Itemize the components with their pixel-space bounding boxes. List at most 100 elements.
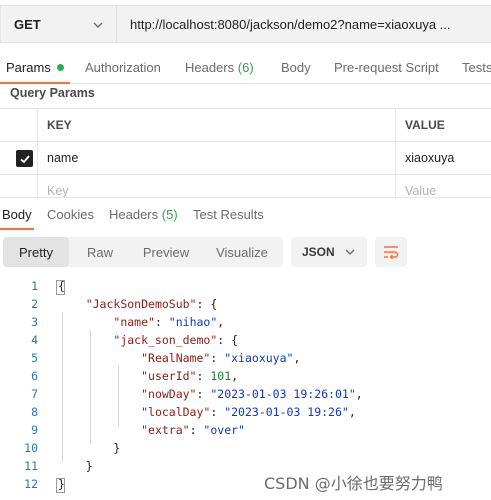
tab-label: Cookies — [47, 207, 94, 222]
tab-label: Authorization — [85, 60, 161, 75]
request-bar: GET http://localhost:8080/jackson/demo2?… — [0, 0, 491, 48]
wrap-lines-button[interactable] — [375, 237, 407, 267]
code-line: "JackSonDemoSub": { — [58, 297, 218, 311]
value-column-header: VALUE — [395, 109, 491, 141]
code-line: } — [58, 459, 93, 473]
method-select[interactable]: GET — [0, 5, 117, 43]
check-icon — [19, 154, 30, 163]
response-tabs: Body Cookies Headers (5) Test Results — [0, 197, 491, 230]
format-select[interactable]: JSON — [291, 237, 367, 267]
key-placeholder: Key — [47, 184, 69, 198]
tab-body[interactable]: Body — [281, 60, 311, 75]
new-key-input[interactable]: Key — [37, 175, 395, 198]
json-key: "RealName" — [141, 351, 211, 365]
line-number: 2 — [31, 297, 38, 311]
json-key: "userId" — [141, 369, 197, 383]
json-punctuation: , — [231, 369, 239, 383]
new-value-input[interactable]: Value — [395, 175, 491, 198]
json-punctuation: : — [154, 315, 169, 329]
param-value: xiaoxuya — [405, 151, 455, 165]
code-line: "jack_son_demo": { — [58, 333, 238, 347]
url-input[interactable]: http://localhost:8080/jackson/demo2?name… — [117, 5, 491, 43]
tab-label: Body — [2, 207, 32, 222]
view-pretty-button[interactable]: Pretty — [3, 237, 69, 267]
json-string: "2023-01-03 19:26" — [224, 405, 349, 419]
json-punctuation: : { — [196, 297, 218, 311]
code-line: "localDay": "2023-01-03 19:26", — [58, 405, 356, 419]
indent-guide — [118, 366, 119, 426]
param-enabled-checkbox[interactable] — [16, 150, 33, 167]
json-punctuation — [58, 333, 113, 347]
line-number: 4 — [31, 333, 38, 347]
line-number: 10 — [24, 441, 38, 455]
chevron-down-icon — [93, 22, 103, 28]
tab-params[interactable]: Params — [6, 60, 64, 75]
view-visualize-button[interactable]: Visualize — [201, 237, 283, 267]
json-key: "name" — [113, 315, 155, 329]
indent-guide — [90, 330, 91, 444]
json-string: "over" — [203, 423, 245, 437]
url-text: http://localhost:8080/jackson/demo2?name… — [130, 16, 451, 32]
json-punctuation: , — [293, 351, 301, 365]
bracket-match-highlight — [56, 280, 65, 295]
line-number: 11 — [24, 459, 38, 473]
param-key-cell[interactable]: name — [37, 142, 395, 174]
json-punctuation: : — [210, 405, 225, 419]
json-punctuation: } — [58, 459, 93, 473]
line-number: 12 — [24, 477, 38, 491]
code-line: "userId": 101, — [58, 369, 238, 383]
table-row: name xiaoxuya — [0, 141, 491, 174]
value-placeholder: Value — [405, 184, 437, 198]
line-number: 5 — [31, 351, 38, 365]
json-punctuation: : — [210, 351, 225, 365]
json-punctuation — [58, 351, 141, 365]
line-number: 3 — [31, 315, 38, 329]
line-number: 6 — [31, 369, 38, 383]
tab-pre-request-script[interactable]: Pre-request Script — [334, 60, 439, 75]
view-preview-button[interactable]: Preview — [131, 237, 201, 267]
tab-label: Test Results — [193, 207, 264, 222]
json-string: "2023-01-03 19:26:01" — [210, 387, 356, 401]
json-key: "nowDay" — [141, 387, 197, 401]
view-raw-button[interactable]: Raw — [69, 237, 131, 267]
code-line: "name": "nihao", — [58, 315, 224, 329]
active-tab-indicator — [0, 82, 70, 84]
active-tab-indicator — [0, 228, 34, 230]
param-key: name — [47, 151, 79, 165]
tab-label: Pre-request Script — [334, 60, 439, 75]
line-number: 9 — [31, 423, 38, 437]
json-number: 101 — [210, 369, 232, 383]
tab-label: Headers — [185, 60, 235, 75]
json-punctuation — [58, 369, 141, 383]
json-string: "xiaoxuya" — [224, 351, 294, 365]
json-punctuation: : — [196, 369, 211, 383]
tab-authorization[interactable]: Authorization — [85, 60, 161, 75]
tab-cookies[interactable]: Cookies — [47, 207, 94, 222]
tab-test-results[interactable]: Test Results — [193, 207, 264, 222]
query-params-title: Query Params — [10, 86, 95, 100]
tab-tests[interactable]: Tests — [462, 60, 491, 75]
watermark: CSDN @小徐也要努力鸭 — [264, 474, 443, 493]
param-value-cell[interactable]: xiaoxuya — [395, 142, 491, 174]
json-key: "jack_son_demo" — [113, 333, 218, 347]
code-line: "extra": "over" — [58, 423, 245, 437]
request-tabs: Params Authorization Headers (6) Body Pr… — [0, 48, 491, 84]
tab-response-body[interactable]: Body — [2, 207, 32, 222]
indent-guide — [62, 312, 63, 462]
line-number: 7 — [31, 387, 38, 401]
tab-response-headers[interactable]: Headers (5) — [109, 207, 178, 222]
tab-label: Headers — [109, 207, 159, 222]
tab-label: Params — [6, 60, 51, 75]
json-punctuation — [58, 405, 141, 419]
format-label: JSON — [302, 245, 335, 259]
code-line: "nowDay": "2023-01-03 19:26:01", — [58, 387, 363, 401]
tab-count: (6) — [237, 60, 254, 75]
code-line: "RealName": "xiaoxuya", — [58, 351, 300, 365]
json-punctuation — [58, 297, 86, 311]
json-string: "nihao" — [168, 315, 218, 329]
table-header-row: KEY VALUE — [0, 108, 491, 141]
json-punctuation: , — [217, 315, 225, 329]
view-mode-segmented-control: Pretty Raw Preview Visualize — [3, 237, 283, 267]
tab-headers[interactable]: Headers (6) — [185, 60, 254, 75]
json-punctuation — [58, 387, 141, 401]
